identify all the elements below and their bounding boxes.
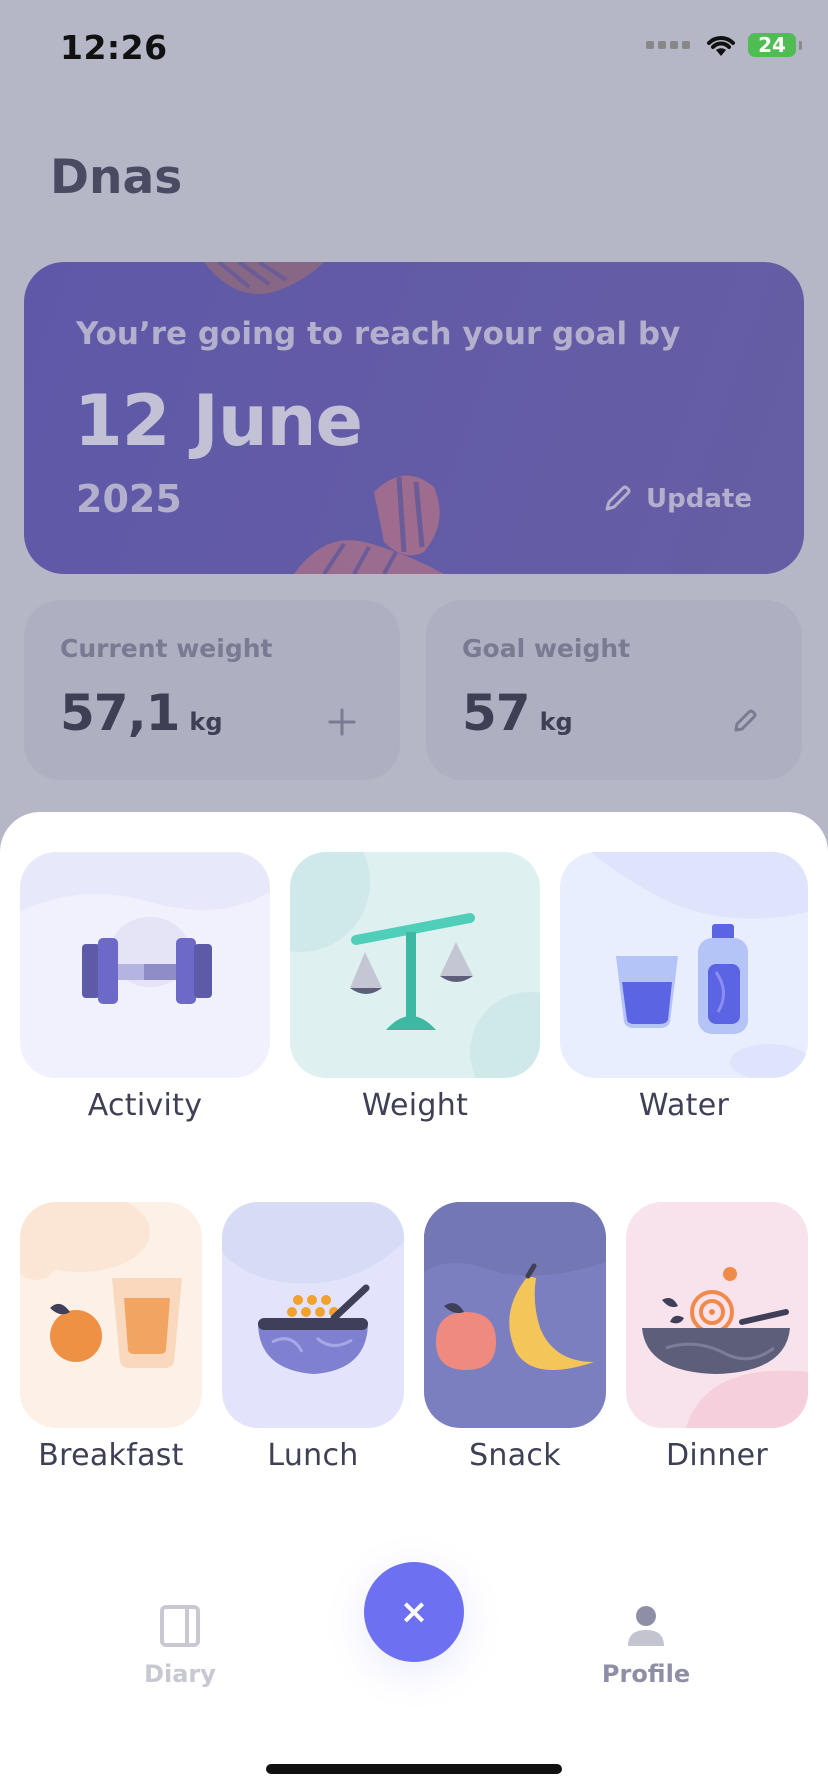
add-weight-icon[interactable]	[328, 708, 356, 736]
close-icon: ×	[399, 1592, 429, 1632]
lunch-label: Lunch	[267, 1438, 359, 1473]
page-title: Dnas	[50, 150, 183, 205]
current-weight-unit: kg	[189, 708, 223, 736]
home-indicator	[266, 1764, 562, 1774]
nav-profile[interactable]: Profile	[596, 1604, 696, 1688]
dinner-icon	[642, 1267, 808, 1428]
wifi-icon	[707, 36, 735, 56]
edit-goal-pencil-icon[interactable]	[732, 708, 758, 734]
nav-diary[interactable]: Diary	[140, 1604, 220, 1688]
status-bar: 12:26 24	[0, 0, 828, 100]
goal-weight-number: 57	[462, 684, 531, 742]
dumbbell-icon	[20, 852, 270, 1004]
water-tile[interactable]	[560, 852, 808, 1078]
nav-profile-label: Profile	[601, 1660, 691, 1688]
pencil-icon	[605, 485, 631, 511]
lunch-tile[interactable]	[222, 1202, 404, 1428]
water-icon	[590, 852, 808, 1078]
snack-label: Snack	[469, 1438, 561, 1473]
goal-message: You’re going to reach your goal by	[76, 316, 681, 352]
update-button[interactable]: Update	[602, 484, 752, 514]
water-label: Water	[638, 1088, 730, 1123]
breakfast-icon	[20, 1202, 182, 1368]
current-weight-label: Current weight	[60, 634, 273, 663]
breakfast-label: Breakfast	[38, 1438, 184, 1473]
goal-weight-value: 57 kg	[462, 684, 573, 742]
goal-weight-unit: kg	[539, 708, 573, 736]
close-button[interactable]: ×	[364, 1562, 464, 1662]
diary-icon	[160, 1605, 200, 1647]
weight-tile[interactable]	[290, 852, 540, 1078]
snack-tile[interactable]	[424, 1202, 606, 1428]
activity-tile[interactable]	[20, 852, 270, 1078]
profile-icon	[628, 1606, 664, 1646]
goal-year: 2025	[76, 477, 182, 521]
cellular-signal-icon	[646, 41, 690, 49]
goal-weight-card[interactable]: Goal weight 57 kg	[426, 600, 802, 780]
current-weight-value: 57,1 kg	[60, 684, 223, 742]
breakfast-tile[interactable]	[20, 1202, 202, 1428]
update-label: Update	[646, 484, 752, 514]
activity-label: Activity	[87, 1088, 203, 1123]
current-weight-number: 57,1	[60, 684, 180, 742]
nav-diary-label: Diary	[144, 1660, 216, 1688]
dinner-tile[interactable]	[626, 1202, 808, 1428]
battery-level: 24	[758, 33, 786, 57]
goal-card: You’re going to reach your goal by 12 Ju…	[24, 262, 804, 574]
snack-icon	[424, 1202, 606, 1370]
battery-icon: 24	[748, 33, 802, 57]
status-time: 12:26	[60, 28, 168, 67]
lunch-icon	[222, 1202, 404, 1374]
scale-icon	[290, 852, 540, 1078]
current-weight-card[interactable]: Current weight 57,1 kg	[24, 600, 400, 780]
goal-weight-label: Goal weight	[462, 634, 631, 663]
weight-label: Weight	[361, 1088, 469, 1123]
dinner-label: Dinner	[665, 1438, 769, 1473]
status-icons: 24	[646, 32, 802, 58]
goal-date: 12 June	[74, 380, 363, 462]
